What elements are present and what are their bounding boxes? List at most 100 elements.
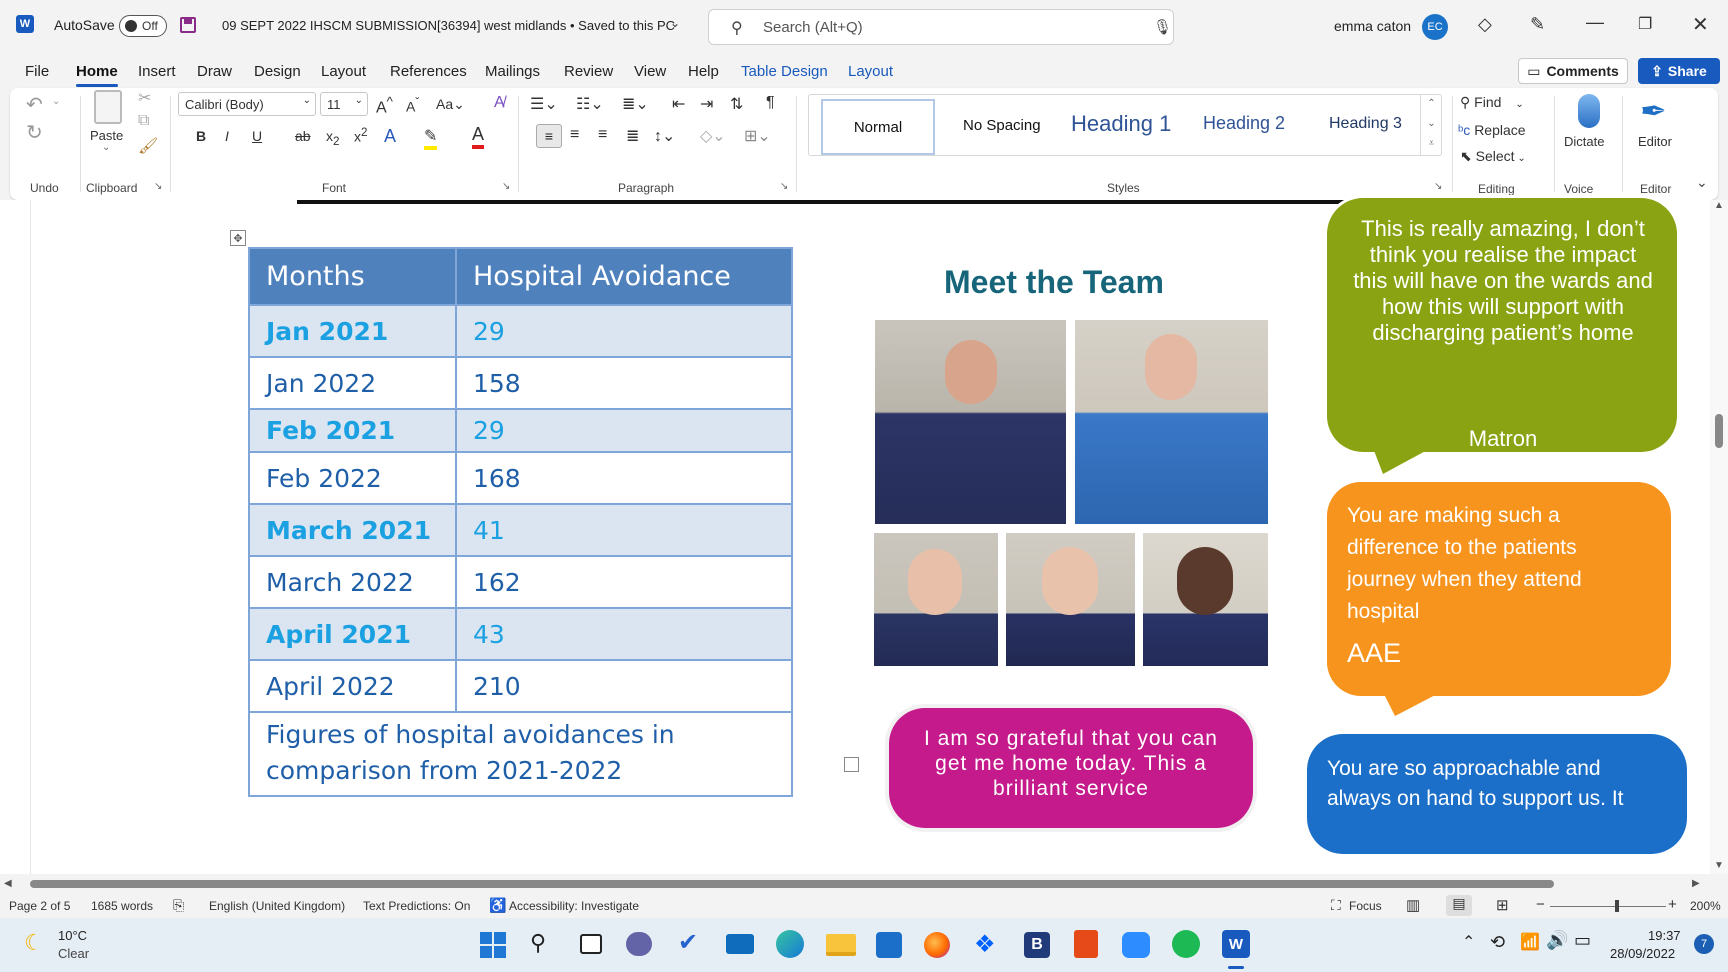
clock-time[interactable]: 19:37	[1648, 928, 1681, 943]
format-painter-icon[interactable]: 🖌	[138, 136, 158, 156]
numbering-icon[interactable]: ☷⌄	[576, 94, 604, 114]
borders-icon[interactable]: ⊞⌄	[744, 126, 771, 146]
vertical-scrollbar[interactable]: ▲ ▼	[1710, 200, 1728, 874]
proofing-icon[interactable]: ⎘	[173, 897, 184, 914]
restore-icon[interactable]: ❐	[1638, 14, 1652, 34]
find-button[interactable]: ⚲ Find ⌄	[1460, 94, 1524, 111]
zoom-slider-thumb[interactable]	[1615, 900, 1619, 912]
start-icon[interactable]	[480, 932, 506, 958]
task-view-icon[interactable]	[580, 934, 602, 954]
scroll-down-icon[interactable]: ⌄	[1421, 114, 1442, 134]
clear-format-icon[interactable]: A̸	[494, 94, 505, 112]
undo-dropdown-icon[interactable]: ⌄	[52, 96, 60, 107]
font-name-select[interactable]: Calibri (Body) ⌄	[178, 92, 316, 116]
editor-button[interactable]: ✒ Editor	[1630, 92, 1686, 172]
collapse-ribbon-icon[interactable]: ⌄	[1696, 174, 1708, 191]
document-title[interactable]: 09 SEPT 2022 IHSCM SUBMISSION[36394] wes…	[222, 18, 675, 33]
subscript-icon[interactable]: x2	[326, 128, 339, 148]
chevron-up-icon[interactable]: ⌃	[1462, 932, 1475, 952]
tab-insert[interactable]: Insert	[138, 63, 176, 80]
highlight-icon[interactable]: ✎	[424, 126, 438, 150]
teams-chat-icon[interactable]	[626, 932, 652, 956]
scroll-right-arrow-icon[interactable]: ▶	[1692, 878, 1700, 889]
tab-design[interactable]: Design	[254, 63, 301, 80]
grow-font-icon[interactable]: A^	[376, 94, 393, 117]
line-spacing-icon[interactable]: ↕⌄	[654, 126, 675, 146]
zoom-in-icon[interactable]: +	[1668, 896, 1677, 913]
shading-icon[interactable]: ◇⌄	[700, 126, 726, 146]
user-name[interactable]: emma caton	[1334, 18, 1411, 34]
accessibility-icon[interactable]: ♿	[489, 897, 506, 914]
styles-scroll[interactable]: ⌃ ⌄ ⩡	[1420, 94, 1442, 156]
focus-label[interactable]: Focus	[1349, 899, 1382, 913]
read-mode-icon[interactable]: ▥	[1406, 896, 1420, 914]
tab-file[interactable]: File	[25, 63, 49, 80]
weather-condition[interactable]: Clear	[58, 946, 89, 961]
horizontal-scroll-thumb[interactable]	[30, 880, 1554, 888]
paste-button[interactable]: Paste ⌄	[86, 90, 128, 162]
spotify-icon[interactable]	[1172, 930, 1200, 958]
style-heading-1[interactable]: Heading 1	[1071, 111, 1171, 137]
sort-icon[interactable]: ⇅	[730, 94, 743, 114]
launcher-icon[interactable]: ↘	[154, 181, 162, 192]
tab-review[interactable]: Review	[564, 63, 613, 80]
justify-icon[interactable]: ≣	[626, 126, 639, 146]
pen-icon[interactable]: ✎	[1530, 14, 1545, 35]
multilevel-list-icon[interactable]: ≣⌄	[622, 94, 649, 114]
volume-icon[interactable]: 🔊	[1546, 930, 1568, 951]
web-layout-icon[interactable]: ⊞	[1496, 896, 1509, 914]
microphone-icon[interactable]: 🎙	[1153, 18, 1172, 36]
file-explorer-icon[interactable]	[826, 934, 856, 956]
copy-icon[interactable]: ⧉	[138, 112, 149, 130]
office-icon[interactable]	[1074, 930, 1098, 958]
clock-date[interactable]: 28/09/2022	[1610, 946, 1675, 961]
cut-icon[interactable]: ✂	[138, 88, 151, 108]
tab-table-layout[interactable]: Layout	[848, 63, 893, 80]
tab-draw[interactable]: Draw	[197, 63, 232, 80]
style-heading-3[interactable]: Heading 3	[1329, 115, 1402, 133]
dropbox-icon[interactable]: ❖	[974, 930, 996, 959]
tab-table-design[interactable]: Table Design	[741, 63, 828, 80]
table-resize-handle[interactable]	[844, 757, 859, 772]
style-normal[interactable]: Normal	[821, 99, 935, 155]
font-size-select[interactable]: 11 ⌄	[320, 92, 368, 116]
word-count[interactable]: 1685 words	[91, 899, 153, 913]
chevron-down-icon[interactable]: ⌄	[670, 16, 680, 30]
diamond-icon[interactable]: ◇	[1478, 14, 1492, 35]
tab-home[interactable]: Home	[76, 63, 118, 80]
close-icon[interactable]: ✕	[1692, 12, 1709, 37]
tab-references[interactable]: References	[390, 63, 467, 80]
wifi-icon[interactable]: 📶	[1520, 932, 1540, 952]
strikethrough-icon[interactable]: ab	[295, 128, 311, 144]
tab-mailings[interactable]: Mailings	[485, 63, 540, 80]
bullets-icon[interactable]: ☰⌄	[530, 94, 558, 114]
tab-help[interactable]: Help	[688, 63, 719, 80]
temperature[interactable]: 10°C	[58, 928, 87, 943]
align-right-icon[interactable]: ≡	[598, 126, 607, 144]
tab-view[interactable]: View	[634, 63, 666, 80]
scroll-down-arrow-icon[interactable]: ▼	[1714, 860, 1724, 871]
select-button[interactable]: ⬉ Select ⌄	[1460, 148, 1526, 165]
print-layout-icon[interactable]: ▤	[1446, 895, 1472, 916]
zoom-slider-track[interactable]	[1550, 906, 1666, 907]
shrink-font-icon[interactable]: Aˇ	[406, 96, 419, 115]
minimize-icon[interactable]: —	[1586, 12, 1604, 33]
edge-icon[interactable]	[776, 930, 804, 958]
firefox-icon[interactable]	[924, 932, 950, 958]
dictate-button[interactable]: Dictate	[1562, 92, 1618, 172]
store-icon[interactable]	[876, 932, 902, 958]
increase-indent-icon[interactable]: ⇥	[700, 94, 713, 114]
launcher-icon[interactable]: ↘	[1434, 181, 1442, 192]
notification-badge[interactable]: 7	[1694, 934, 1714, 954]
scroll-up-icon[interactable]: ⌃	[1421, 94, 1442, 114]
user-avatar[interactable]: EC	[1422, 14, 1448, 40]
zoom-level[interactable]: 200%	[1690, 899, 1721, 913]
bold-icon[interactable]: B	[196, 128, 206, 144]
b-app-icon[interactable]: B	[1024, 932, 1050, 958]
search-box[interactable]: ⚲ Search (Alt+Q) 🎙	[708, 9, 1174, 45]
font-color-icon[interactable]: A	[472, 124, 485, 149]
share-button[interactable]: ⇪ Share	[1638, 58, 1720, 84]
undo-icon[interactable]: ↶	[26, 92, 43, 117]
focus-icon[interactable]: ⛶	[1331, 897, 1341, 914]
battery-icon[interactable]: ▭	[1574, 930, 1591, 951]
